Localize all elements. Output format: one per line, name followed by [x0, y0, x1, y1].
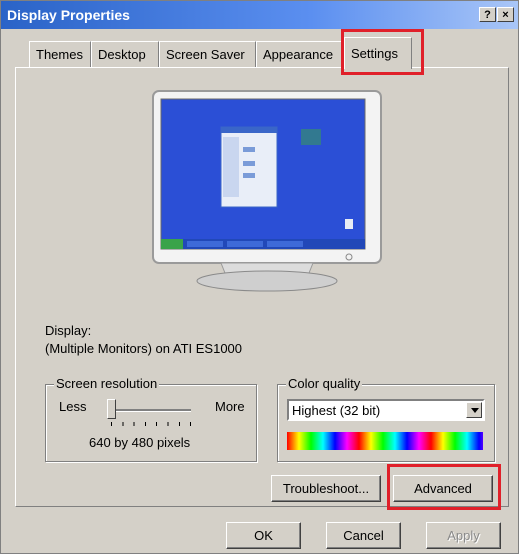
advanced-button[interactable]: Advanced: [393, 475, 493, 502]
resolution-slider-thumb[interactable]: [107, 399, 116, 419]
tab-desktop[interactable]: Desktop: [91, 41, 159, 67]
color-quality-title: Color quality: [286, 376, 363, 391]
preview-start-button: [161, 239, 183, 249]
color-quality-value: Highest (32 bit): [292, 403, 381, 418]
preview-window-titlebar: [221, 127, 277, 133]
more-label: More: [215, 399, 245, 414]
troubleshoot-button[interactable]: Troubleshoot...: [271, 475, 381, 502]
title-bar[interactable]: Display Properties ? ×: [1, 1, 518, 29]
preview-window-sidebar: [223, 137, 239, 197]
tab-themes[interactable]: Themes: [29, 41, 91, 67]
monitor-stand: [196, 270, 338, 292]
screen-resolution-title: Screen resolution: [54, 376, 160, 391]
color-spectrum-bar: [287, 432, 483, 450]
help-button[interactable]: ?: [479, 7, 496, 22]
resolution-slider-ticks: [111, 422, 191, 426]
preview-taskbar-item: [227, 241, 263, 247]
preview-taskbar-item: [267, 241, 303, 247]
apply-button[interactable]: Apply: [426, 522, 501, 549]
tab-screen-saver[interactable]: Screen Saver: [159, 41, 256, 67]
window-title: Display Properties: [7, 7, 130, 23]
preview-taskbar-item: [187, 241, 223, 247]
preview-window-item: [243, 173, 255, 178]
resolution-slider-track[interactable]: [109, 409, 191, 412]
display-properties-window: Display Properties ? × Themes Desktop Sc…: [0, 0, 519, 554]
ok-button[interactable]: OK: [226, 522, 301, 549]
dropdown-arrow-icon[interactable]: [466, 402, 482, 418]
color-quality-select[interactable]: Highest (32 bit): [287, 399, 485, 421]
tab-settings[interactable]: Settings: [344, 37, 412, 69]
preview-window-item: [243, 161, 255, 166]
tab-appearance[interactable]: Appearance: [256, 41, 344, 67]
recycle-bin-icon: [345, 219, 353, 229]
display-value: (Multiple Monitors) on ATI ES1000: [45, 341, 243, 356]
resolution-value: 640 by 480 pixels: [89, 435, 191, 450]
less-label: Less: [59, 399, 87, 414]
cancel-button[interactable]: Cancel: [326, 522, 401, 549]
preview-window-item: [243, 147, 255, 152]
color-quality-group: Color quality: [277, 376, 495, 462]
display-label: Display:: [45, 323, 92, 338]
close-button[interactable]: ×: [497, 7, 514, 22]
monitor-preview: [152, 90, 382, 292]
preview-desktop-icon: [301, 129, 321, 145]
